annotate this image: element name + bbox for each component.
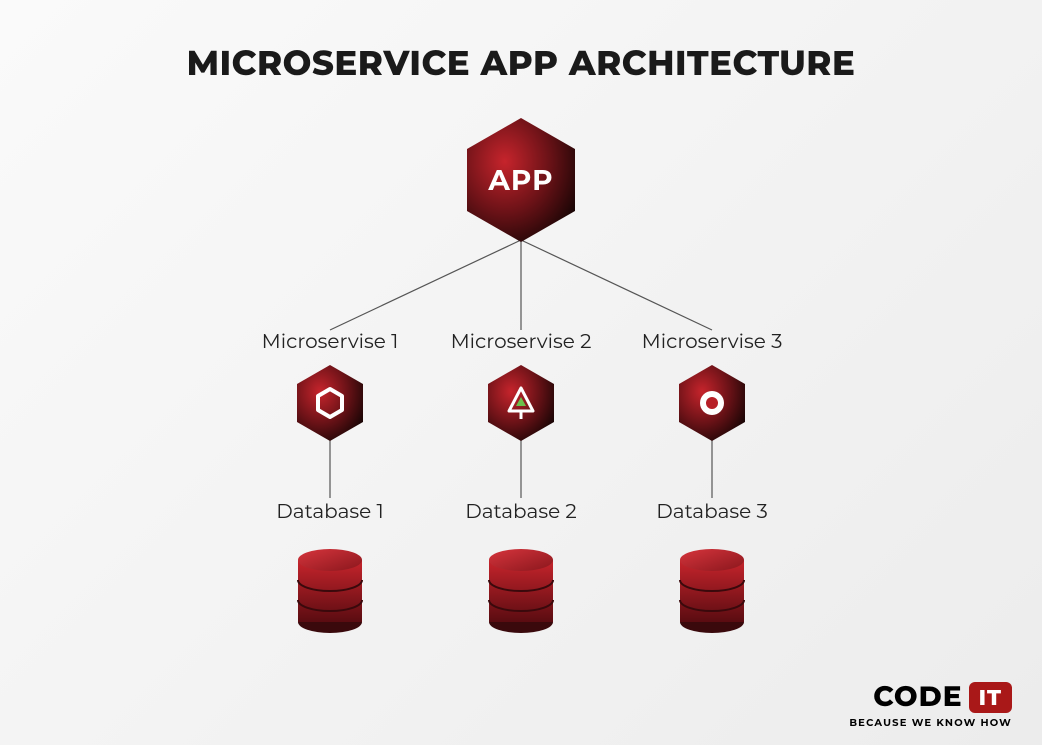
app-node: APP [467,118,575,242]
database-1 [298,549,362,633]
brand-footer: CODE IT BECAUSE WE KNOW HOW [849,680,1012,729]
database-2 [489,549,553,633]
microservice-label-1: Microservise 1 [240,330,420,354]
microservice-label-2: Microservise 2 [431,330,611,354]
microservice-label-3: Microservise 3 [622,330,802,354]
microservice-node-3 [679,365,745,441]
app-label: APP [487,164,553,198]
microservice-node-1 [297,365,363,441]
database-label-2: Database 2 [431,500,611,524]
database-label-3: Database 3 [622,500,802,524]
brand-accent: IT [969,682,1012,713]
architecture-diagram: APP [0,0,1042,745]
ring-icon [700,391,724,415]
brand-main: CODE [873,680,962,714]
microservice-node-2 [488,365,554,441]
connector-line [521,240,712,330]
database-label-1: Database 1 [240,500,420,524]
database-3 [680,549,744,633]
brand-tagline: BECAUSE WE KNOW HOW [849,716,1012,729]
connector-line [330,240,521,330]
